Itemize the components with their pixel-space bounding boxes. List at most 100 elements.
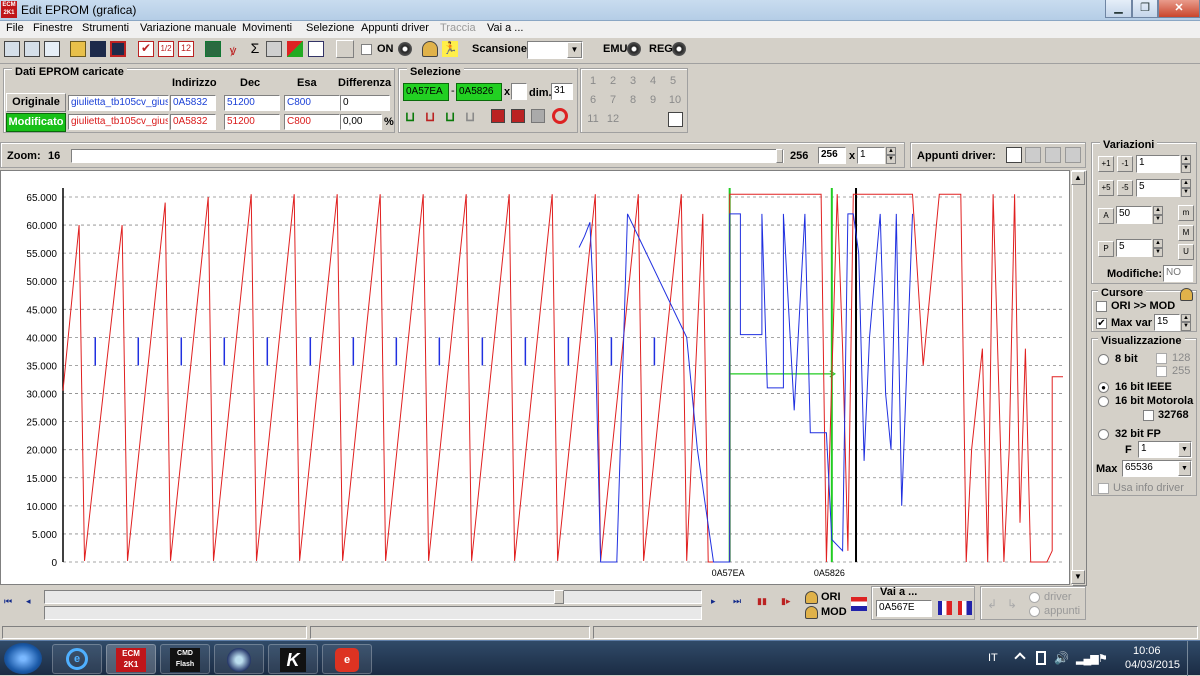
start-button[interactable] <box>4 643 42 674</box>
zoom-slider[interactable] <box>71 149 784 163</box>
dim-field[interactable]: 31 <box>551 83 573 100</box>
hscroll-top-thumb[interactable] <box>554 590 564 604</box>
menu-movimenti[interactable]: Movimenti <box>242 22 292 34</box>
m-icon[interactable]: m <box>1178 205 1194 221</box>
ie-taskbar-icon[interactable]: e <box>52 644 102 674</box>
menu-strumenti[interactable]: Strumenti <box>82 22 129 34</box>
scansione-select[interactable]: ▼ <box>527 41 583 59</box>
original-dec-field[interactable]: 51200 <box>224 95 280 111</box>
flag-tray-icon[interactable]: ⚑ <box>1098 652 1108 665</box>
radio-8bit[interactable] <box>1098 354 1109 365</box>
sel-all-icon[interactable]: ⊔ <box>445 109 455 125</box>
arrow-left-icon[interactable]: ↲ <box>987 597 997 611</box>
hscroll-bottom[interactable] <box>44 606 702 620</box>
mod-label[interactable]: MOD <box>821 606 847 618</box>
var1-field[interactable]: 1 <box>1136 155 1180 173</box>
clipboard-paste-icon[interactable] <box>1045 147 1061 163</box>
chart-vscroll[interactable] <box>1072 170 1087 586</box>
modified-esa-field[interactable]: C800 <box>284 114 340 130</box>
first-icon[interactable]: ⏮ <box>4 596 12 607</box>
radio-32fp[interactable] <box>1098 429 1109 440</box>
minus-one-icon[interactable]: -1 <box>1117 156 1133 172</box>
sel-left-icon[interactable]: ⊔ <box>405 109 415 125</box>
fill-icon[interactable] <box>287 41 303 57</box>
var3-up-icon[interactable]: ▲ <box>1153 206 1163 215</box>
print-icon[interactable] <box>266 41 282 57</box>
compare-icon[interactable]: 1/2 <box>158 41 174 57</box>
menu-traccia[interactable]: Traccia <box>440 22 476 34</box>
copy-icon[interactable] <box>491 109 505 123</box>
var3-down-icon[interactable]: ▼ <box>1153 215 1163 224</box>
num-btn-11[interactable]: 11 <box>584 111 602 127</box>
cursore-lock-icon[interactable] <box>1180 288 1193 301</box>
sel-x-field[interactable] <box>511 83 527 100</box>
save-as-icon[interactable] <box>110 41 126 57</box>
menu-selezione[interactable]: Selezione <box>306 22 354 34</box>
var4-up-icon[interactable]: ▲ <box>1153 239 1163 248</box>
u-icon[interactable]: U <box>1178 244 1194 260</box>
maxvar-up-icon[interactable]: ▲ <box>1181 314 1191 322</box>
clock-date[interactable]: 04/03/2015 <box>1125 659 1180 671</box>
last-icon[interactable]: ⏭ <box>733 596 741 607</box>
graph-icon[interactable] <box>336 40 354 58</box>
var1-up-icon[interactable]: ▲ <box>1181 155 1191 164</box>
battery-icon[interactable] <box>1036 651 1046 665</box>
reg-knob-icon[interactable] <box>672 42 686 56</box>
calculator-icon[interactable] <box>205 41 221 57</box>
num-btn-7[interactable]: 7 <box>604 92 622 108</box>
f-chevron-down-icon[interactable]: ▼ <box>1178 442 1191 457</box>
modificato-button[interactable]: Modificato <box>6 113 66 132</box>
max-chevron-down-icon[interactable]: ▼ <box>1178 461 1191 476</box>
menu-finestre[interactable]: Finestre <box>33 22 73 34</box>
paste-icon[interactable] <box>511 109 525 123</box>
chart-icon[interactable] <box>308 41 324 57</box>
var2-field[interactable]: 5 <box>1136 179 1180 197</box>
hscroll-top[interactable] <box>44 590 702 604</box>
minimize-button[interactable]: ▁ <box>1105 0 1132 18</box>
plus-five-icon[interactable]: +5 <box>1098 180 1114 196</box>
ori-label[interactable]: ORI <box>821 591 841 603</box>
emu-knob-icon[interactable] <box>627 42 641 56</box>
sel-mark-icon[interactable]: ⊔ <box>425 109 435 125</box>
close-button[interactable]: ✕ <box>1158 0 1200 18</box>
menu-variazione-manuale[interactable]: Variazione manuale <box>140 22 236 34</box>
ori-lock-icon[interactable] <box>805 591 818 604</box>
radio-appunti[interactable] <box>1029 606 1040 617</box>
radio-driver[interactable] <box>1029 592 1040 603</box>
num-btn-2[interactable]: 2 <box>604 73 622 89</box>
network-icon[interactable]: ▂▄▆ <box>1076 652 1099 665</box>
scroll-down-icon[interactable]: ▼ <box>1071 570 1085 584</box>
on-knob-icon[interactable] <box>398 42 412 56</box>
num-btn-12[interactable]: 12 <box>604 111 622 127</box>
p-icon[interactable]: P <box>1098 241 1114 257</box>
menu-appunti-driver[interactable]: Appunti driver <box>361 22 429 34</box>
check-icon[interactable]: ✔ <box>138 41 154 57</box>
ecm-taskbar-icon[interactable]: ECM 2K1 <box>106 644 156 674</box>
sum-icon[interactable]: Σ <box>247 41 263 57</box>
hand-icon[interactable] <box>668 112 683 127</box>
menu-file[interactable]: File <box>6 22 24 34</box>
paste-disabled-icon[interactable] <box>531 109 545 123</box>
radio-16ieee[interactable]: ● <box>1098 382 1109 393</box>
var4-field[interactable]: 5 <box>1116 239 1152 257</box>
marker-icon[interactable]: ▮▮ <box>757 596 767 607</box>
var3-field[interactable]: 50 <box>1116 206 1152 224</box>
save-icon[interactable] <box>90 41 106 57</box>
zoom-value-field[interactable]: 256 <box>818 147 846 164</box>
original-diff-field[interactable]: 0 <box>340 95 390 111</box>
red-app-taskbar-icon[interactable]: e <box>322 644 372 674</box>
var1-down-icon[interactable]: ▼ <box>1181 164 1191 173</box>
num-btn-6[interactable]: 6 <box>584 92 602 108</box>
maximize-button[interactable]: ❐ <box>1132 0 1158 18</box>
scroll-up-icon[interactable]: ▲ <box>1071 171 1085 185</box>
lock-icon[interactable] <box>422 41 438 57</box>
cascade-icon[interactable] <box>24 41 40 57</box>
max-var-field[interactable]: 15 <box>1154 314 1180 331</box>
title-bar[interactable]: ECM 2K1 Edit EPROM (grafica) ▁ ❐ ✕ <box>0 0 1200 21</box>
arrow-right-icon[interactable]: ↳ <box>1007 597 1017 611</box>
num-btn-4[interactable]: 4 <box>644 73 662 89</box>
menu-vai-a[interactable]: Vai a ... <box>487 22 523 34</box>
language-indicator[interactable]: IT <box>988 652 998 664</box>
original-file-field[interactable]: giulietta_tb105cv_gius <box>68 95 169 111</box>
a-icon[interactable]: A <box>1098 208 1114 224</box>
